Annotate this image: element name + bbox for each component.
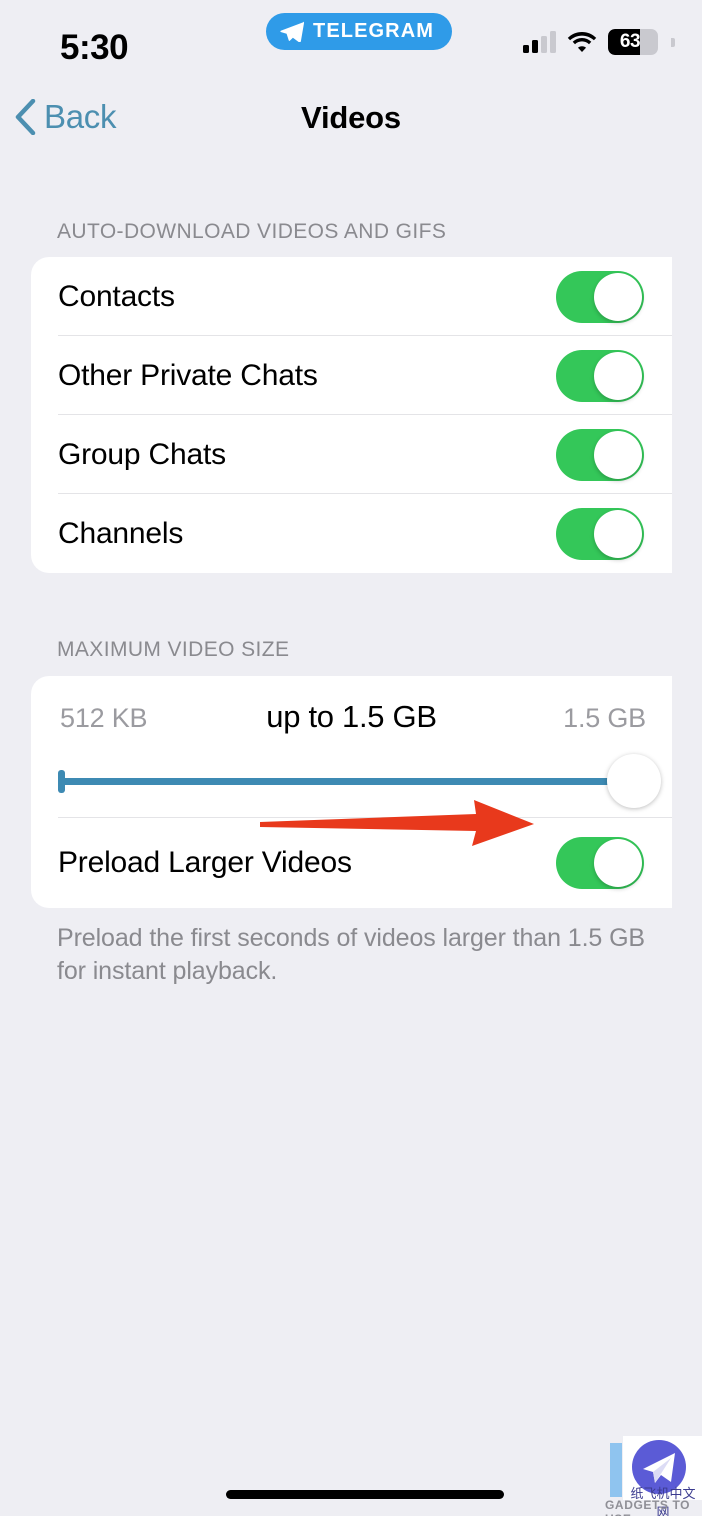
toggle-channels[interactable] (556, 507, 644, 560)
toggle-knob (594, 509, 642, 558)
navigation-bar: Back Videos (0, 92, 702, 164)
battery-percent-label: 63 (619, 31, 641, 52)
telegram-pill-label: TELEGRAM (313, 20, 435, 42)
watermark-blue-bar (610, 1443, 622, 1497)
video-size-slider-row: 512 KB up to 1.5 GB 1.5 GB (31, 676, 672, 818)
row-label: Group Chats (58, 437, 226, 471)
slider-thumb[interactable] (607, 754, 661, 808)
maximum-video-size-card: 512 KB up to 1.5 GB 1.5 GB Preload Large… (31, 676, 672, 908)
telegram-plane-icon (280, 21, 304, 42)
toggle-knob (594, 351, 642, 400)
status-bar: 5:30 TELEGRAM 63 (0, 0, 702, 92)
cellular-signal-icon (523, 31, 556, 53)
battery-icon: 63 (608, 29, 658, 55)
row-other-private-chats[interactable]: Other Private Chats (31, 336, 672, 415)
toggle-contacts[interactable] (556, 270, 644, 323)
status-time: 5:30 (60, 28, 129, 67)
phone-screen: 5:30 TELEGRAM 63 Back Videos AUTO-DOWNLO… (0, 0, 702, 1516)
row-preload-larger-videos[interactable]: Preload Larger Videos (31, 818, 672, 908)
section-header-maximum-video-size: MAXIMUM VIDEO SIZE (57, 638, 290, 661)
toggle-knob (594, 839, 642, 887)
row-label: Other Private Chats (58, 358, 318, 392)
wifi-icon (567, 32, 597, 52)
row-contacts[interactable]: Contacts (31, 257, 672, 336)
section-header-auto-download: AUTO-DOWNLOAD VIDEOS AND GIFS (57, 220, 447, 243)
toggle-preload-larger-videos[interactable] (556, 837, 644, 889)
slider-max-label: 1.5 GB (563, 703, 646, 733)
battery-tip (671, 37, 675, 47)
telegram-app-pill[interactable]: TELEGRAM (266, 13, 453, 50)
row-label: Preload Larger Videos (58, 846, 352, 879)
slider-track[interactable] (59, 778, 636, 785)
row-label: Contacts (58, 279, 175, 313)
home-indicator[interactable] (226, 1490, 504, 1499)
toggle-knob (594, 272, 642, 321)
toggle-knob (594, 430, 642, 479)
row-channels[interactable]: Channels (31, 494, 672, 573)
row-group-chats[interactable]: Group Chats (31, 415, 672, 494)
watermark-brand-text: GADGETS TO USE (605, 1498, 691, 1516)
status-indicators: 63 (523, 29, 675, 55)
section-footer-note: Preload the first seconds of videos larg… (57, 924, 645, 986)
row-label: Channels (58, 516, 184, 550)
watermark: 纸飞机中文网 GADGETS TO USE (605, 1436, 702, 1516)
page-title: Videos (301, 100, 401, 135)
auto-download-card: Contacts Other Private Chats Group Chats… (31, 257, 672, 573)
toggle-other-private-chats[interactable] (556, 349, 644, 402)
toggle-group-chats[interactable] (556, 428, 644, 481)
